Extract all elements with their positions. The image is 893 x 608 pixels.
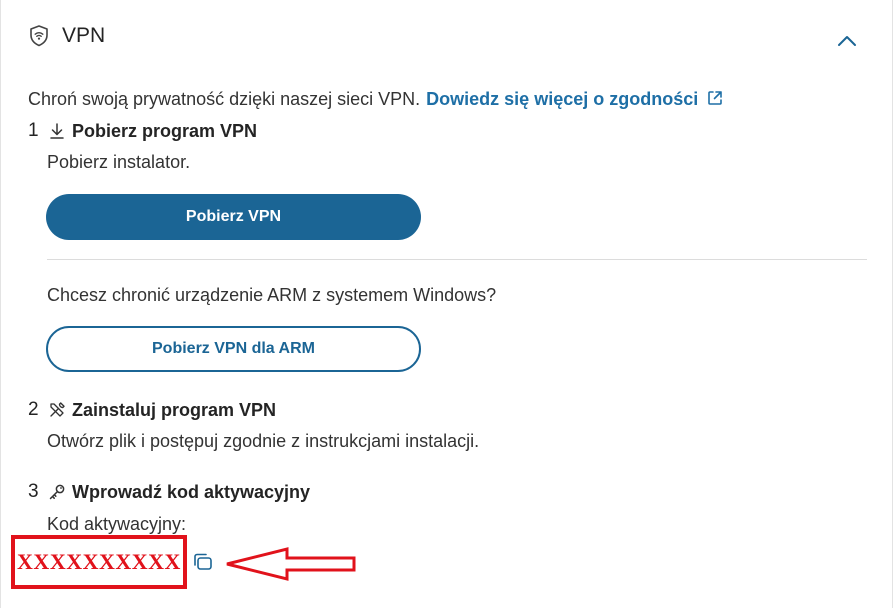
step-description: Otwórz plik i postępuj zgodnie z instruk… xyxy=(47,431,480,451)
intro-line: Chroń swoją prywatność dzięki naszej sie… xyxy=(28,89,724,110)
activation-code-label: Kod aktywacyjny: xyxy=(47,514,187,534)
page-title: VPN xyxy=(62,24,106,47)
step-number: 2 xyxy=(28,399,39,420)
compatibility-link[interactable]: Dowiedz się więcej o zgodności xyxy=(426,89,698,109)
activation-code-highlight: XXXXXXXXXX xyxy=(11,535,187,589)
download-vpn-button[interactable]: Pobierz VPN xyxy=(46,194,421,240)
arm-question: Chcesz chronić urządzenie ARM z systemem… xyxy=(47,285,497,305)
external-link-icon[interactable] xyxy=(706,89,724,107)
step-title: Pobierz program VPN xyxy=(72,120,258,141)
step-3-heading: 3 Wprowadź kod aktywacyjny xyxy=(28,481,310,503)
step-number: 3 xyxy=(28,481,39,502)
step-number: 1 xyxy=(28,120,39,141)
wrench-screwdriver-icon xyxy=(50,402,65,417)
chevron-up-icon[interactable] xyxy=(835,30,859,50)
vpn-panel: VPN Chroń swoją prywatność dzięki naszej… xyxy=(0,0,893,608)
step-description: Pobierz instalator. xyxy=(47,152,191,172)
download-vpn-arm-button[interactable]: Pobierz VPN dla ARM xyxy=(46,326,421,372)
step-title: Wprowadź kod aktywacyjny xyxy=(72,481,311,502)
divider xyxy=(47,259,867,260)
copy-icon[interactable] xyxy=(192,552,214,572)
vpn-header: VPN xyxy=(28,20,105,52)
key-icon xyxy=(49,484,65,500)
step-2-heading: 2 Zainstaluj program VPN xyxy=(28,399,276,421)
intro-text: Chroń swoją prywatność dzięki naszej sie… xyxy=(28,89,421,109)
activation-code: XXXXXXXXXX xyxy=(17,549,181,574)
download-icon xyxy=(50,123,64,139)
step-1-heading: 1 Pobierz program VPN xyxy=(28,120,257,142)
annotation-arrow-icon xyxy=(226,547,356,581)
shield-wifi-icon xyxy=(30,25,48,47)
step-title: Zainstaluj program VPN xyxy=(72,399,277,420)
